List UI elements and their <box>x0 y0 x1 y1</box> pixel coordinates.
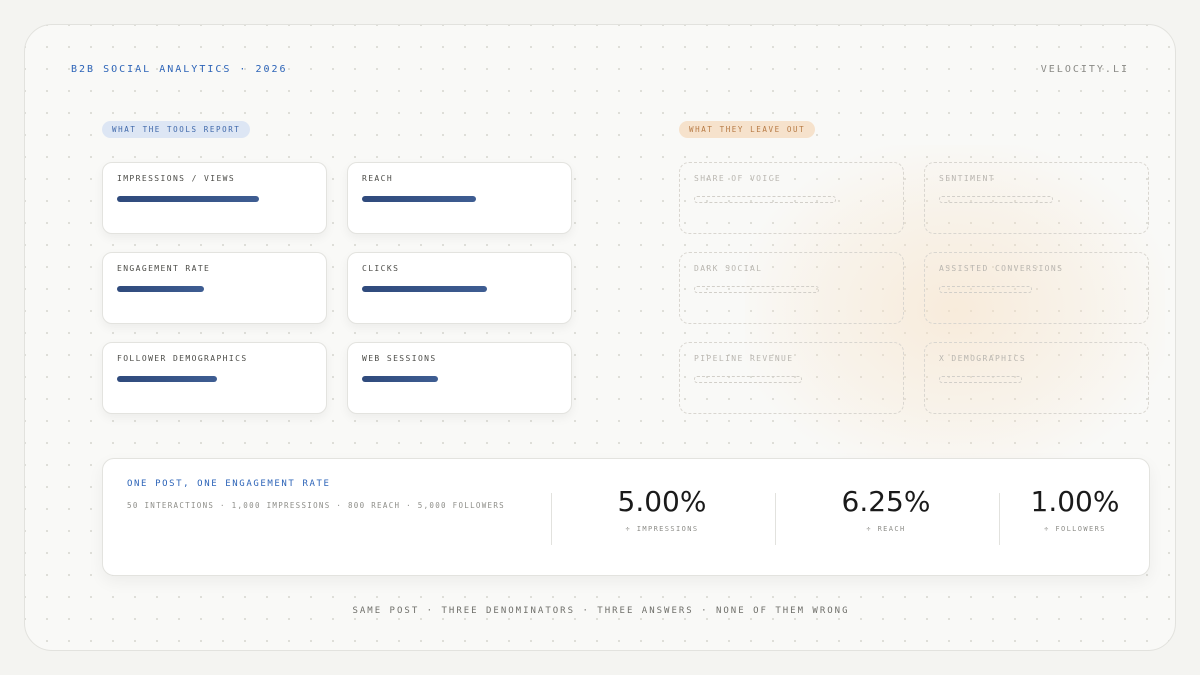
card-label: SHARE OF VOICE <box>694 174 782 183</box>
metric-reach: 6.25% ÷ REACH <box>775 485 999 545</box>
card-bar <box>362 196 476 202</box>
missing-card-pipeline-revenue: PIPELINE REVENUE <box>679 342 904 414</box>
missing-card-assisted-conversions: ASSISTED CONVERSIONS <box>924 252 1149 324</box>
reported-card-impressions: IMPRESSIONS / VIEWS <box>102 162 327 234</box>
card-bar-placeholder <box>939 196 1053 203</box>
metric-caption: ÷ REACH <box>866 525 906 533</box>
missing-card-sentiment: SENTIMENT <box>924 162 1149 234</box>
card-bar-placeholder <box>694 196 836 203</box>
reported-tag: WHAT THE TOOLS REPORT <box>102 121 251 138</box>
card-label: ASSISTED CONVERSIONS <box>939 264 1064 273</box>
card-bar <box>362 376 438 382</box>
reported-card-engagement-rate: ENGAGEMENT RATE <box>102 252 327 324</box>
metric-caption: ÷ FOLLOWERS <box>1044 525 1106 533</box>
footer-caption: SAME POST · THREE DENOMINATORS · THREE A… <box>352 606 850 616</box>
reported-card-web-sessions: WEB SESSIONS <box>347 342 572 414</box>
page-title: B2B SOCIAL ANALYTICS · 2026 <box>71 64 288 75</box>
card-label: REACH <box>362 174 394 183</box>
metric-caption: ÷ IMPRESSIONS <box>625 525 699 533</box>
card-label: ENGAGEMENT RATE <box>117 264 211 273</box>
panel-title: ONE POST, ONE ENGAGEMENT RATE <box>127 479 331 489</box>
missing-card-dark-social: DARK SOCIAL <box>679 252 904 324</box>
card-bar-placeholder <box>939 376 1022 383</box>
slide-frame: B2B SOCIAL ANALYTICS · 2026 VELOCITY.LI … <box>24 24 1176 651</box>
card-label: X DEMOGRAPHICS <box>939 354 1027 363</box>
missing-card-x-demographics: X DEMOGRAPHICS <box>924 342 1149 414</box>
card-label: CLICKS <box>362 264 400 273</box>
brand-label: VELOCITY.LI <box>1040 64 1129 75</box>
card-bar-placeholder <box>939 286 1032 293</box>
metric-value: 6.25% <box>841 485 931 518</box>
card-bar-placeholder <box>694 376 802 383</box>
missing-tag: WHAT THEY LEAVE OUT <box>679 121 816 138</box>
card-bar <box>117 196 259 202</box>
card-label: FOLLOWER DEMOGRAPHICS <box>117 354 248 363</box>
metric-value: 1.00% <box>1030 485 1120 518</box>
card-label: WEB SESSIONS <box>362 354 437 363</box>
missing-card-share-of-voice: SHARE OF VOICE <box>679 162 904 234</box>
reported-card-reach: REACH <box>347 162 572 234</box>
card-bar <box>117 286 204 292</box>
card-bar <box>362 286 487 292</box>
metric-followers: 1.00% ÷ FOLLOWERS <box>999 485 1149 545</box>
metric-value: 5.00% <box>617 485 707 518</box>
card-label: IMPRESSIONS / VIEWS <box>117 174 236 183</box>
card-bar-placeholder <box>694 286 819 293</box>
panel-subtitle: 50 INTERACTIONS · 1,000 IMPRESSIONS · 80… <box>127 501 505 510</box>
metric-impressions: 5.00% ÷ IMPRESSIONS <box>551 485 775 545</box>
card-label: SENTIMENT <box>939 174 995 183</box>
card-label: PIPELINE REVENUE <box>694 354 794 363</box>
card-bar <box>117 376 217 382</box>
engagement-example-panel: ONE POST, ONE ENGAGEMENT RATE 50 INTERAC… <box>102 458 1150 576</box>
card-label: DARK SOCIAL <box>694 264 763 273</box>
reported-card-follower-demographics: FOLLOWER DEMOGRAPHICS <box>102 342 327 414</box>
reported-card-clicks: CLICKS <box>347 252 572 324</box>
